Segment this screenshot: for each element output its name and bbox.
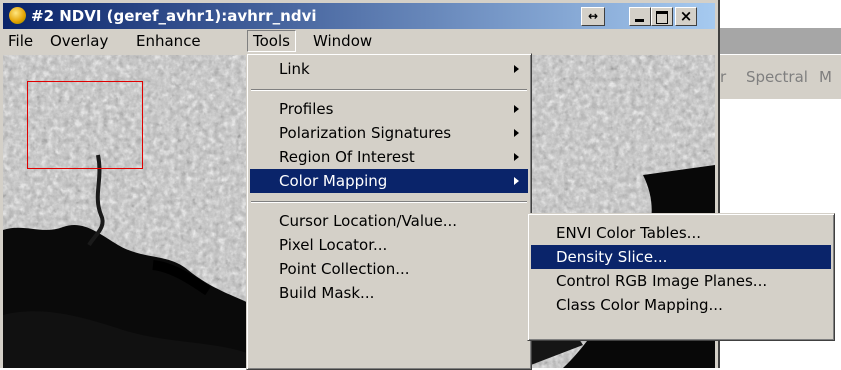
maximize-icon — [656, 11, 668, 24]
close-button[interactable]: × — [675, 7, 697, 26]
tools-menu: Link Profiles Polarization Signatures Re… — [246, 53, 532, 370]
menu-separator — [251, 201, 527, 203]
color-mapping-submenu: ENVI Color Tables... Density Slice... Co… — [527, 213, 835, 341]
menu-file[interactable]: File — [3, 31, 38, 51]
minimize-icon — [635, 19, 644, 22]
menu-item-label: Color Mapping — [279, 172, 388, 190]
background-title-bar — [714, 28, 841, 54]
menu-item-label: Build Mask... — [279, 284, 375, 302]
resize-button[interactable]: ↔ — [581, 7, 605, 26]
submenu-arrow-icon — [514, 65, 519, 73]
menu-item-region-of-interest[interactable]: Region Of Interest — [250, 145, 528, 169]
menu-overlay[interactable]: Overlay — [45, 31, 113, 51]
window-title: #2 NDVI (geref_avhr1):avhrr_ndvi — [31, 7, 317, 25]
menu-item-envi-color-tables[interactable]: ENVI Color Tables... — [531, 221, 831, 245]
menu-item-profiles[interactable]: Profiles — [250, 97, 528, 121]
menubar: File Overlay Enhance Tools Window — [3, 29, 715, 53]
minimize-button[interactable] — [629, 7, 651, 26]
menu-item-point-collection[interactable]: Point Collection... — [250, 257, 528, 281]
submenu-arrow-icon — [514, 153, 519, 161]
submenu-arrow-icon — [514, 105, 519, 113]
roi-box[interactable] — [27, 81, 143, 169]
menu-separator — [251, 89, 527, 91]
menu-item-pixel-locator[interactable]: Pixel Locator... — [250, 233, 528, 257]
title-bar[interactable]: #2 NDVI (geref_avhr1):avhrr_ndvi ↔ × — [3, 3, 715, 29]
menu-item-label: ENVI Color Tables... — [556, 224, 701, 242]
menu-item-label: Region Of Interest — [279, 148, 415, 166]
menu-item-label: Profiles — [279, 100, 334, 118]
menu-item-label: Link — [279, 60, 310, 78]
background-menu-item-m[interactable]: M — [819, 68, 832, 86]
background-menubar: r Spectral M — [714, 54, 841, 99]
background-menu-item-spectral[interactable]: Spectral — [746, 68, 808, 86]
menu-item-control-rgb-image-planes[interactable]: Control RGB Image Planes... — [531, 269, 831, 293]
menu-item-cursor-location-value[interactable]: Cursor Location/Value... — [250, 209, 528, 233]
menu-item-label: Class Color Mapping... — [556, 296, 723, 314]
menu-item-polarization-signatures[interactable]: Polarization Signatures — [250, 121, 528, 145]
menu-item-color-mapping[interactable]: Color Mapping — [250, 169, 528, 193]
menu-item-link[interactable]: Link — [250, 57, 528, 81]
menu-item-label: Cursor Location/Value... — [279, 212, 458, 230]
background-menu-item-r[interactable]: r — [720, 68, 726, 86]
envi-globe-icon — [9, 7, 26, 24]
submenu-arrow-icon — [514, 177, 519, 185]
menu-enhance[interactable]: Enhance — [131, 31, 206, 51]
menu-item-density-slice[interactable]: Density Slice... — [531, 245, 831, 269]
menu-item-label: Polarization Signatures — [279, 124, 452, 142]
menu-item-label: Point Collection... — [279, 260, 410, 278]
menu-item-build-mask[interactable]: Build Mask... — [250, 281, 528, 305]
maximize-button[interactable] — [651, 7, 673, 26]
menu-window[interactable]: Window — [308, 31, 377, 51]
menu-item-label: Control RGB Image Planes... — [556, 272, 768, 290]
submenu-arrow-icon — [514, 129, 519, 137]
menu-tools[interactable]: Tools — [247, 30, 296, 52]
menu-item-label: Pixel Locator... — [279, 236, 388, 254]
menu-item-class-color-mapping[interactable]: Class Color Mapping... — [531, 293, 831, 317]
menu-item-label: Density Slice... — [556, 248, 668, 266]
